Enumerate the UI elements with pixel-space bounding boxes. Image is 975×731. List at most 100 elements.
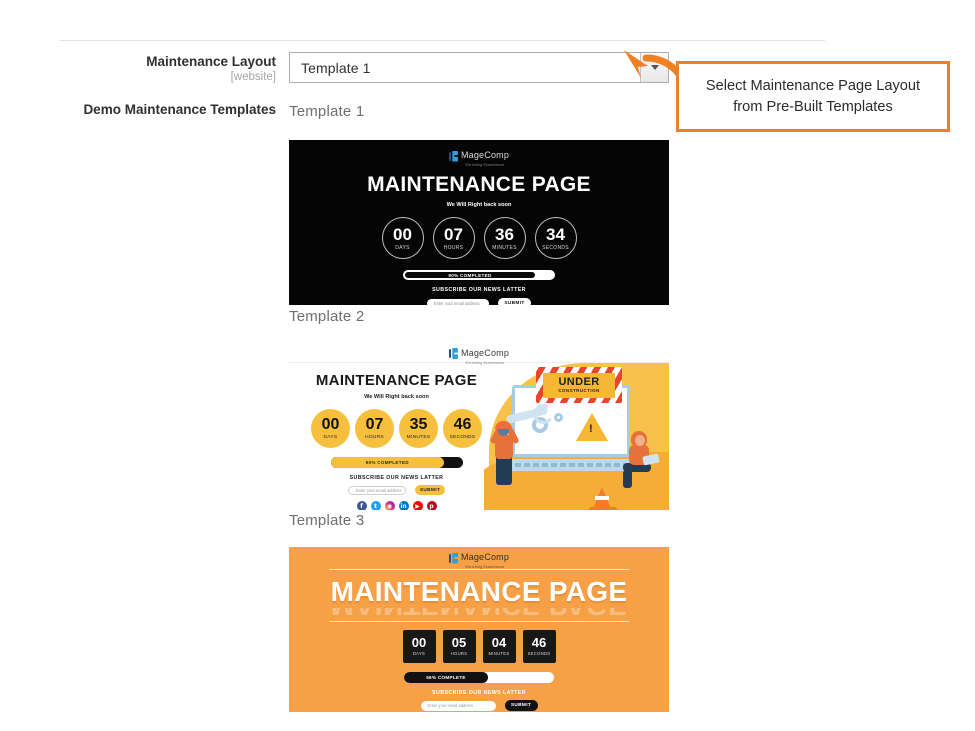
under-construction-sign: UNDER CONSTRUCTION	[536, 367, 622, 403]
countdown-value: 35	[409, 415, 428, 433]
template-3-newsletter-title: SUBSCRIBE OUR NEWS LATTER	[432, 690, 526, 696]
countdown-value: 46	[453, 415, 472, 433]
facebook-icon[interactable]: f	[356, 501, 367, 510]
seated-character	[623, 429, 660, 489]
template-2-header: MageComp Enriching Ecommerce	[289, 345, 669, 365]
countdown-unit: 46 SECONDS	[522, 630, 556, 663]
callout-line-2: from Pre-Built Templates	[733, 98, 893, 115]
countdown-label: SECONDS	[449, 434, 476, 440]
template-3-countdown: 00 DAYS 05 HOURS 04 MINUTES 46 SECONDS	[289, 630, 669, 663]
newsletter-email-input[interactable]: Enter your email address	[348, 485, 406, 495]
countdown-unit: 07 HOURS	[432, 217, 475, 259]
countdown-unit: 04 MINUTES	[482, 630, 516, 663]
template-2-title: MAINTENANCE PAGE	[315, 372, 478, 389]
template-3-title: MAINTENANCE PAGE	[330, 576, 628, 607]
callout-line-1: Select Maintenance Page Layout	[705, 77, 921, 94]
countdown-label: HOURS	[443, 244, 464, 251]
newsletter-email-input[interactable]: Enter your email address	[420, 700, 496, 711]
sign-line-1: UNDER	[558, 376, 600, 388]
countdown-label: MINUTES	[492, 244, 517, 251]
demo-templates-label-text: Demo Maintenance Templates	[83, 102, 276, 117]
instruction-callout: Select Maintenance Page Layout from Pre-…	[676, 61, 950, 132]
newsletter-email-input[interactable]: Enter your email address	[427, 298, 489, 306]
template-3-title-reflection: MAINTENANCE PAGE	[289, 608, 669, 621]
countdown-unit: 00 DAYS	[311, 409, 350, 448]
youtube-icon[interactable]: ▶	[412, 501, 423, 510]
template-3-header: MageComp Enriching Ecommerce	[289, 547, 669, 569]
worker-helmet	[495, 421, 512, 429]
template-1-newsletter-title: SUBSCRIBE OUR NEWS LATTER	[432, 287, 526, 293]
magecomp-logo-text: MageComp	[460, 150, 510, 160]
progress-text: 56% COMPLETE	[426, 675, 466, 680]
template-1-heading: Template 1	[289, 103, 365, 120]
magecomp-logo-icon	[448, 552, 458, 564]
countdown-value: 07	[365, 415, 384, 433]
callout-text: Select Maintenance Page Layout from Pre-…	[706, 76, 920, 118]
section-divider	[60, 40, 825, 41]
maintenance-layout-scope: [website]	[230, 71, 276, 83]
seated-head	[635, 435, 645, 446]
progress-text: 90% COMPLETED	[448, 272, 492, 278]
countdown-unit: 07 HOURS	[355, 409, 394, 448]
progress-fill: 90% COMPLETED	[404, 271, 536, 279]
countdown-value: 00	[321, 415, 340, 433]
linkedin-icon[interactable]: in	[398, 501, 409, 510]
countdown-label: SECONDS	[527, 651, 551, 657]
countdown-value: 07	[444, 224, 463, 244]
newsletter-email-placeholder: Enter your email address	[356, 487, 402, 493]
countdown-label: SECONDS	[542, 244, 569, 251]
countdown-value: 36	[495, 224, 514, 244]
magecomp-logo: MageComp Enriching Ecommerce	[289, 145, 669, 167]
template-1-progress-bar: 90% COMPLETED	[403, 270, 555, 280]
countdown-value: 00	[411, 635, 427, 651]
maintenance-layout-label: Maintenance Layout [website]	[48, 54, 276, 84]
newsletter-email-placeholder: Enter your email address	[427, 703, 474, 708]
countdown-unit: 00 DAYS	[381, 217, 424, 259]
countdown-unit: 35 MINUTES	[399, 409, 438, 448]
worker-character	[489, 415, 520, 487]
twitter-icon[interactable]: t	[370, 501, 381, 510]
template-2-content: MAINTENANCE PAGE We Will Right back soon…	[289, 363, 504, 510]
countdown-value: 46	[531, 635, 547, 651]
magecomp-logo: MageComp Enriching Ecommerce	[448, 547, 510, 569]
warning-triangle-icon	[576, 413, 608, 441]
countdown-label: MINUTES	[488, 651, 510, 657]
settings-page: Maintenance Layout [website] Template 1 …	[0, 0, 975, 731]
sign-line-2: CONSTRUCTION	[558, 388, 600, 393]
template-3-rule-top	[329, 569, 629, 570]
countdown-unit: 00 DAYS	[402, 630, 436, 663]
gear-small-icon	[554, 413, 563, 422]
magecomp-logo-tagline: Enriching Ecommerce	[465, 163, 505, 167]
magecomp-logo-text: MageComp	[460, 552, 510, 562]
instagram-icon[interactable]: ◉	[384, 501, 395, 510]
countdown-value: 04	[491, 635, 507, 651]
newsletter-submit-button[interactable]: SUBMIT	[498, 298, 531, 305]
pinterest-icon[interactable]: p	[426, 501, 437, 510]
template-3-preview[interactable]: MageComp Enriching Ecommerce MAINTENANCE…	[289, 547, 669, 712]
template-3-progress-bar: 56% COMPLETE	[404, 672, 554, 683]
template-2-social-links: f t ◉ in ▶ p	[289, 501, 504, 510]
template-3-newsletter-row: Enter your email address SUBMIT	[289, 700, 669, 711]
progress-fill: 90% COMPLETED	[330, 457, 445, 468]
template-2-heading: Template 2	[289, 308, 365, 325]
magecomp-logo-icon	[448, 150, 458, 162]
countdown-unit: 46 SECONDS	[443, 409, 482, 448]
magecomp-logo-tagline: Enriching Ecommerce	[465, 565, 505, 569]
newsletter-submit-button[interactable]: SUBMIT	[504, 700, 538, 711]
newsletter-email-placeholder: Enter your email address	[434, 300, 480, 306]
countdown-unit: 36 MINUTES	[483, 217, 526, 259]
template-2-progress-bar: 90% COMPLETED	[330, 457, 463, 468]
magecomp-logo: MageComp Enriching Ecommerce	[448, 345, 509, 365]
template-1-preview[interactable]: MageComp Enriching Ecommerce MAINTENANCE…	[289, 140, 669, 305]
template-1-countdown: 00 DAYS 07 HOURS 36 MINUTES 34 SECONDS	[289, 217, 669, 259]
template-2-preview[interactable]: MageComp Enriching Ecommerce MAINTENANCE…	[289, 345, 669, 510]
template-1-subtitle: We Will Right back soon	[446, 202, 512, 208]
template-2-subtitle: We Will Right back soon	[364, 394, 429, 400]
countdown-label: DAYS	[412, 651, 426, 657]
template-3-heading: Template 3	[289, 512, 365, 529]
seated-legs-lower	[623, 470, 632, 488]
traffic-cone-icon	[593, 487, 611, 509]
countdown-value: 00	[393, 224, 412, 244]
newsletter-submit-button[interactable]: SUBMIT	[415, 485, 445, 495]
template-2-newsletter-title: SUBSCRIBE OUR NEWS LATTER	[349, 475, 444, 481]
